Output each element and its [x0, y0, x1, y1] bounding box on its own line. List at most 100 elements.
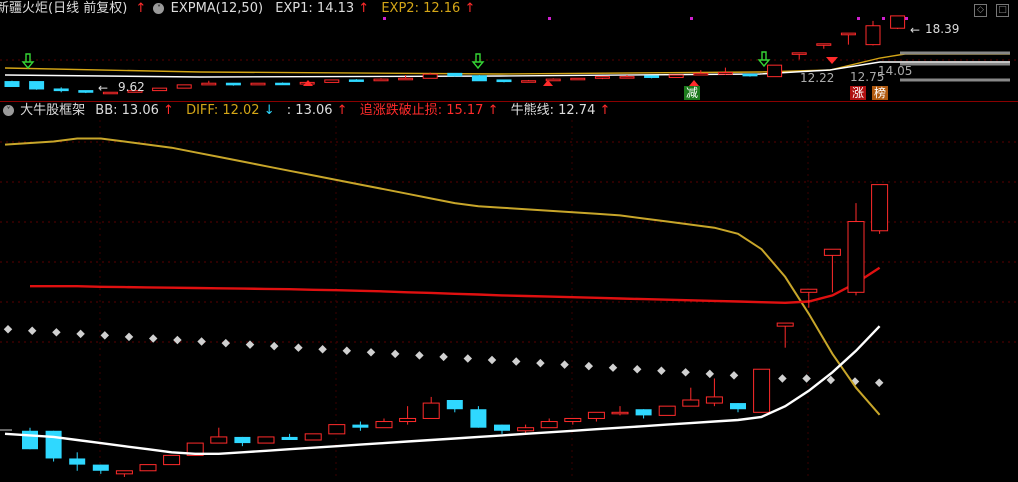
candle-body	[730, 403, 746, 410]
candle-body	[540, 421, 558, 429]
candle-body	[446, 400, 463, 410]
mini-candle-body	[29, 81, 45, 90]
mini-candle-body	[521, 80, 537, 83]
candle-body	[92, 464, 109, 471]
dot-marker	[778, 374, 787, 383]
stop-loss-arrow-icon: ↑	[487, 103, 499, 118]
indicator-name[interactable]: 大牛股框架	[20, 102, 85, 120]
dot-marker	[874, 378, 884, 388]
dot-marker	[390, 349, 400, 359]
dot-marker	[463, 354, 473, 363]
candle-body	[823, 248, 841, 256]
mini-candle-body	[225, 82, 241, 86]
mini-candle-body	[201, 82, 217, 86]
signal-list-tag: 榜	[872, 86, 889, 100]
candle-body	[847, 221, 865, 293]
mini-candle-body	[422, 73, 438, 79]
candle-body	[115, 470, 133, 475]
buy-arrow-icon	[757, 51, 771, 68]
candle-body	[328, 424, 346, 435]
dot-marker	[802, 374, 811, 383]
candle-body	[871, 184, 889, 232]
candle-body	[422, 402, 440, 419]
candle-body	[705, 396, 723, 404]
third-arrow-icon: ↑	[336, 103, 348, 118]
mini-candle-body	[816, 43, 832, 46]
candle-body	[69, 458, 86, 465]
mini-candle-body	[176, 84, 192, 89]
mini-candle-body	[275, 82, 291, 86]
buy-arrow-icon	[471, 53, 485, 70]
candle-body	[800, 288, 818, 293]
bear-line-arrow-icon: ↑	[599, 103, 611, 118]
indicator-chart	[0, 120, 1018, 480]
bb-value: BB: 13.06	[95, 103, 159, 118]
candle-body	[352, 424, 369, 428]
candle-body	[257, 436, 275, 444]
dot-marker	[148, 334, 158, 343]
mini-candle-body	[250, 82, 266, 86]
high-price-label: 18.39	[925, 22, 960, 36]
circle-chevron-icon[interactable]: ˅	[3, 105, 14, 116]
dot-marker	[608, 363, 618, 372]
mini-candle-body	[668, 74, 684, 78]
stop-loss-value: 追涨跌破止损: 15.17	[359, 103, 484, 118]
dot-marker	[487, 355, 497, 365]
candle-body	[163, 454, 181, 466]
dot-marker	[729, 371, 739, 380]
bb-arrow-icon: ↑	[163, 103, 174, 118]
dot-marker	[560, 360, 569, 369]
indicator-panel[interactable]: ˅ 大牛股框架 BB: 13.06 ↑ DIFF: 12.02 ↓ : 13.0…	[0, 102, 1018, 482]
candle-body	[494, 424, 510, 431]
diff-arrow-icon: ↓	[263, 103, 275, 118]
mini-candle-body	[53, 88, 69, 92]
mini-candle-body	[890, 15, 906, 29]
mini-candle-body	[398, 77, 414, 81]
dot-marker	[221, 338, 231, 348]
overview-panel[interactable]: 新疆火炬(日线 前复权) ↑ ˅ EXPMA(12,50) EXP1: 14.1…	[0, 0, 1018, 102]
trend-arrow-icon: ↑	[135, 1, 147, 16]
candle-body	[45, 430, 62, 459]
exp2-arrow-icon: ↑	[464, 1, 476, 16]
mini-candle-body	[373, 78, 389, 82]
mini-candle-body	[767, 64, 783, 78]
circle-chevron-icon[interactable]: ˅	[153, 3, 165, 14]
indicator-name[interactable]: EXPMA(12,50)	[171, 0, 263, 18]
mini-candle-body	[4, 81, 20, 88]
dot-marker	[124, 332, 134, 342]
dot-marker	[511, 357, 521, 366]
bear-line-value: 牛熊线: 12.74	[510, 103, 596, 118]
signal-dot	[882, 17, 885, 20]
candle-body	[517, 427, 535, 432]
candle-body	[564, 417, 582, 423]
dot-marker	[705, 369, 715, 379]
dot-marker	[657, 366, 666, 376]
third-value: : 13.06	[286, 103, 333, 118]
candle-body	[470, 409, 487, 428]
mini-candle-body	[471, 75, 487, 82]
mini-candle-body	[693, 72, 709, 76]
mini-candle-body	[152, 87, 168, 92]
diff-line	[4, 137, 881, 416]
candle-body	[587, 411, 605, 419]
mini-candle-body	[570, 77, 586, 81]
candle-body	[611, 411, 629, 415]
stock-name[interactable]: 新疆火炬(日线 前复权)	[0, 0, 127, 18]
mini-candle-body	[791, 52, 807, 55]
candle-body	[22, 430, 38, 450]
dot-marker	[439, 352, 448, 362]
dot-marker	[681, 368, 690, 377]
candle-body	[234, 436, 251, 444]
candle-body	[776, 322, 794, 327]
top-legend: 新疆火炬(日线 前复权) ↑ ˅ EXPMA(12,50) EXP1: 14.1…	[0, 0, 475, 18]
dot-marker	[366, 348, 376, 357]
mini-candle-body	[78, 90, 94, 93]
candle-body	[682, 399, 700, 407]
candle-body	[635, 409, 652, 416]
candle-body	[139, 464, 157, 472]
signal-dot	[548, 17, 551, 20]
candle-body	[304, 433, 322, 441]
dot-marker	[318, 344, 327, 354]
low-arrow-icon: ←	[98, 81, 108, 95]
mini-candle-body	[447, 72, 463, 77]
